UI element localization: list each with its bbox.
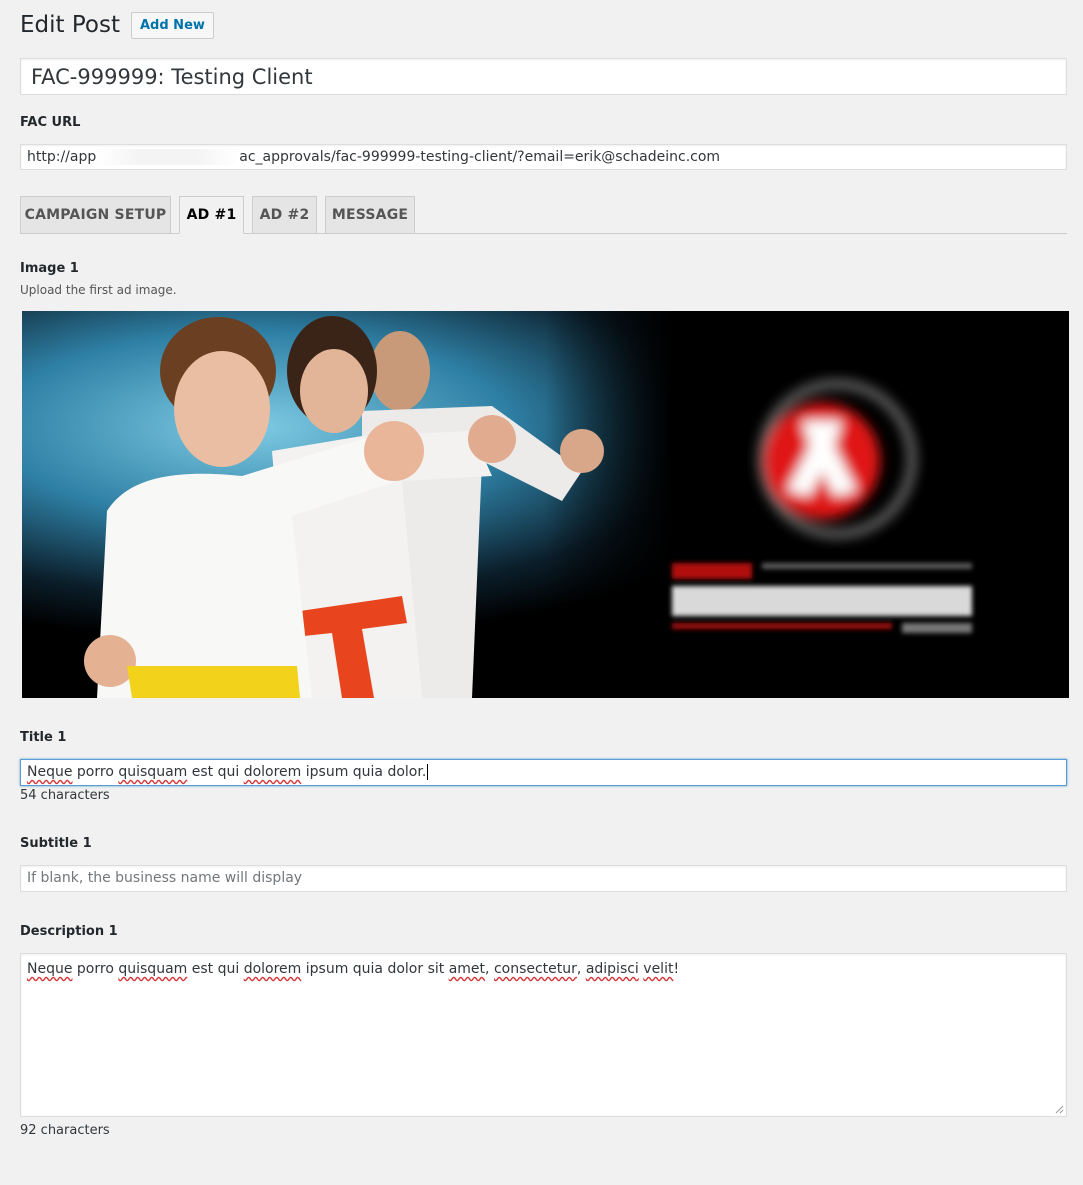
subtitle-1-input[interactable]: If blank, the business name will display (20, 865, 1067, 892)
description-text: ipsum quia dolor sit (301, 961, 449, 977)
tab-ad-1[interactable]: AD #1 (179, 196, 244, 234)
ad-image[interactable] (22, 311, 1069, 698)
spell-word: dolorem (243, 764, 302, 780)
spell-word: quisquam (118, 961, 188, 977)
image-1-description: Upload the first ad image. (20, 283, 177, 297)
tab-ad-2[interactable]: AD #2 (252, 196, 317, 234)
description-1-label: Description 1 (20, 924, 118, 939)
martial-arts-kids-image (22, 311, 1069, 698)
page-header: Edit Post Add New (20, 8, 214, 42)
tab-bar: CAMPAIGN SETUP AD #1 AD #2 MESSAGE (20, 196, 1067, 234)
page-title: Edit Post (20, 12, 120, 38)
spell-word: Neque (27, 961, 73, 977)
title-1-char-count: 54 characters (20, 788, 110, 803)
description-text: porro (72, 961, 119, 977)
description-1-textarea[interactable]: Neque porro quisquam est qui dolorem ips… (20, 953, 1067, 1117)
spell-word: quisquam (118, 764, 188, 780)
description-text: ! (673, 961, 680, 977)
title-1-input[interactable]: Neque porro quisquam est qui dolorem ips… (20, 759, 1067, 786)
fac-url-field[interactable]: http://app ac_approvals/fac-999999-testin… (20, 144, 1067, 170)
spell-word: Neque (27, 764, 73, 780)
description-text: , (576, 961, 586, 977)
title-text: est qui (187, 764, 244, 780)
spell-word: velit (643, 961, 674, 977)
spell-word: adipisci (585, 961, 639, 977)
description-1-char-count: 92 characters (20, 1123, 110, 1138)
image-1-label: Image 1 (20, 261, 79, 276)
title-1-label: Title 1 (20, 730, 67, 745)
subtitle-1-label: Subtitle 1 (20, 836, 92, 851)
fac-url-value-end: ac_approvals/fac-999999-testing-client/?… (239, 149, 721, 165)
fac-url-value-start: http://app (27, 149, 97, 165)
description-text: , (485, 961, 494, 977)
redacted-url-segment (96, 149, 240, 165)
tab-campaign-setup[interactable]: CAMPAIGN SETUP (20, 196, 171, 234)
post-title-input[interactable]: FAC-999999: Testing Client (20, 58, 1067, 95)
spell-word: amet (448, 961, 486, 977)
title-text: porro (72, 764, 119, 780)
description-text: est qui (187, 961, 244, 977)
subtitle-1-placeholder: If blank, the business name will display (27, 870, 303, 886)
spell-word: consectetur (493, 961, 577, 977)
resize-handle-icon[interactable] (1055, 1105, 1064, 1114)
add-new-button[interactable]: Add New (130, 11, 214, 39)
text-cursor: ​ (427, 764, 429, 780)
fac-url-label: FAC URL (20, 115, 81, 130)
title-text: ipsum quia dolor. (301, 764, 427, 780)
spell-word: dolorem (243, 961, 302, 977)
tab-message[interactable]: MESSAGE (325, 196, 415, 234)
